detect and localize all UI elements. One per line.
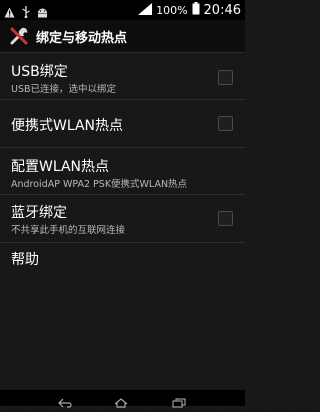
portable-wlan-hotspot-checkbox[interactable] — [218, 116, 233, 131]
item-title: USB绑定 — [11, 64, 68, 80]
recent-apps-icon[interactable] — [172, 393, 186, 412]
page-title: 绑定与移动热点 — [36, 31, 128, 46]
battery-percent: 100% — [156, 3, 188, 17]
help-item[interactable]: 帮助 — [0, 243, 245, 281]
item-subtitle: USB已连接，选中以绑定 — [11, 84, 117, 95]
item-title: 配置WLAN热点 — [11, 159, 110, 175]
battery-icon — [192, 2, 200, 18]
configure-wlan-hotspot-item[interactable]: 配置WLAN热点 AndroidAP WPA2 PSK便携式WLAN热点 — [0, 148, 245, 195]
back-icon[interactable] — [58, 393, 72, 412]
item-title: 蓝牙绑定 — [11, 205, 67, 221]
usb-tethering-item[interactable]: USB绑定 USB已连接，选中以绑定 — [0, 53, 245, 100]
bluetooth-tethering-item[interactable]: 蓝牙绑定 不共享此手机的互联网连接 — [0, 195, 245, 243]
status-bar: 100% 20:46 — [0, 0, 245, 20]
home-icon[interactable] — [114, 393, 128, 412]
bluetooth-tethering-checkbox[interactable] — [218, 211, 233, 226]
item-subtitle: 不共享此手机的互联网连接 — [11, 225, 126, 236]
item-subtitle: AndroidAP WPA2 PSK便携式WLAN热点 — [11, 179, 188, 190]
signal-icon — [138, 2, 153, 18]
usb-tethering-checkbox[interactable] — [218, 70, 233, 85]
item-title: 帮助 — [11, 252, 39, 268]
portable-wlan-hotspot-item[interactable]: 便携式WLAN热点 — [0, 100, 245, 148]
settings-list: USB绑定 USB已连接，选中以绑定 便携式WLAN热点 配置WLAN热点 An… — [0, 53, 245, 281]
tools-icon[interactable] — [8, 25, 30, 47]
clock: 20:46 — [203, 2, 241, 18]
item-title: 便携式WLAN热点 — [11, 118, 124, 134]
action-bar: 绑定与移动热点 — [0, 20, 245, 53]
navigation-bar — [0, 390, 245, 408]
